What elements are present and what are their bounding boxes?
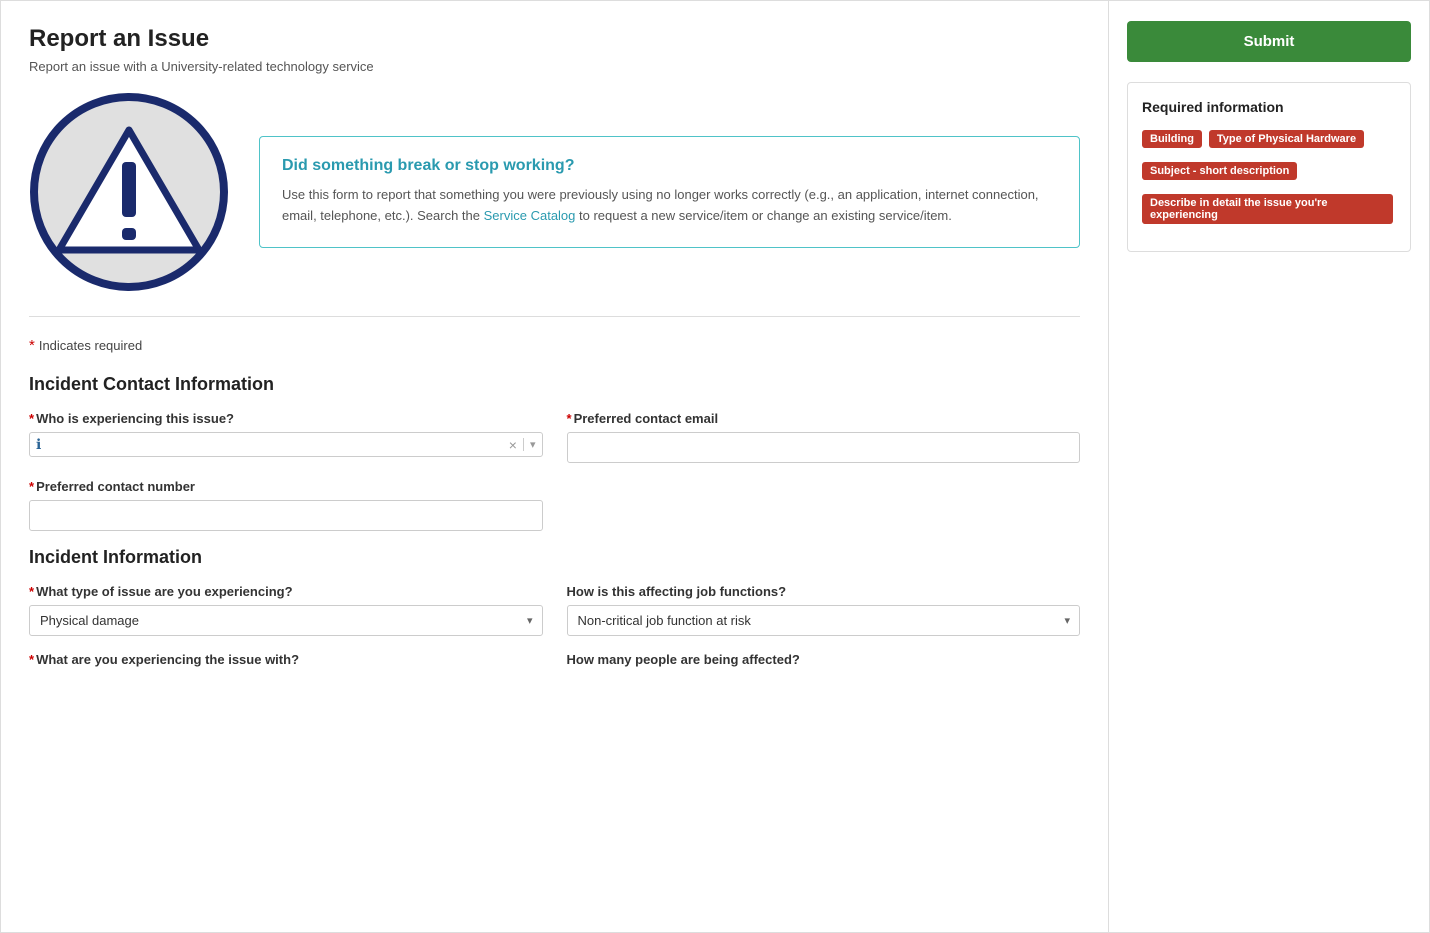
badge-hardware-type: Type of Physical Hardware	[1209, 130, 1364, 148]
info-box-text: Use this form to report that something y…	[282, 185, 1057, 227]
contact-row-1: *Who is experiencing this issue? ℹ × ▾ *…	[29, 411, 1080, 463]
who-field-group: *Who is experiencing this issue? ℹ × ▾	[29, 411, 543, 463]
issue-type-group: *What type of issue are you experiencing…	[29, 584, 543, 636]
who-input-wrapper[interactable]: ℹ × ▾	[29, 432, 543, 457]
hero-section: Did something break or stop working? Use…	[29, 92, 1080, 317]
job-function-group: How is this affecting job functions? Non…	[567, 584, 1081, 636]
job-function-select[interactable]: Non-critical job function at risk	[567, 605, 1081, 636]
required-note: *Indicates required	[29, 337, 1080, 354]
incident-section-title: Incident Information	[29, 547, 1080, 568]
issue-type-select-wrapper[interactable]: Physical damage ▾	[29, 605, 543, 636]
badges-row-2: Subject - short description	[1142, 159, 1396, 183]
job-function-label: How is this affecting job functions?	[567, 584, 1081, 599]
badges-row-1: Building Type of Physical Hardware	[1142, 127, 1396, 151]
info-box: Did something break or stop working? Use…	[259, 136, 1080, 248]
sidebar: Submit Required information Building Typ…	[1109, 1, 1429, 932]
required-star-indicator: *	[29, 337, 35, 354]
who-input[interactable]	[47, 437, 502, 452]
email-input[interactable]	[567, 432, 1081, 463]
page-subtitle: Report an issue with a University-relate…	[29, 59, 1080, 74]
who-dropdown-icon[interactable]: ▾	[523, 438, 536, 451]
issue-type-select[interactable]: Physical damage	[29, 605, 543, 636]
people-affected-label-group: How many people are being affected?	[567, 652, 1081, 667]
contact-section-title: Incident Contact Information	[29, 374, 1080, 395]
badges-row-3: Describe in detail the issue you're expe…	[1142, 191, 1396, 227]
badge-building: Building	[1142, 130, 1202, 148]
info-box-title: Did something break or stop working?	[282, 157, 1057, 175]
required-info-title: Required information	[1142, 99, 1396, 115]
submit-button[interactable]: Submit	[1127, 21, 1411, 62]
badge-describe: Describe in detail the issue you're expe…	[1142, 194, 1393, 224]
who-clear-icon[interactable]: ×	[509, 437, 517, 453]
badge-subject: Subject - short description	[1142, 162, 1297, 180]
service-catalog-link[interactable]: Service Catalog	[484, 208, 576, 223]
required-info-box: Required information Building Type of Ph…	[1127, 82, 1411, 252]
email-field-group: *Preferred contact email	[567, 411, 1081, 463]
bottom-labels-row: *What are you experiencing the issue wit…	[29, 652, 1080, 667]
page-title: Report an Issue	[29, 25, 1080, 53]
phone-input[interactable]	[29, 500, 543, 531]
incident-row-1: *What type of issue are you experiencing…	[29, 584, 1080, 636]
warning-icon	[29, 92, 229, 292]
job-function-select-wrapper[interactable]: Non-critical job function at risk ▾	[567, 605, 1081, 636]
who-label: *Who is experiencing this issue?	[29, 411, 543, 426]
who-info-icon: ℹ	[36, 436, 41, 453]
contact-row-2: *Preferred contact number	[29, 479, 1080, 531]
issue-type-label: *What type of issue are you experiencing…	[29, 584, 543, 599]
phone-field-group: *Preferred contact number	[29, 479, 543, 531]
issue-with-label-group: *What are you experiencing the issue wit…	[29, 652, 543, 667]
email-label: *Preferred contact email	[567, 411, 1081, 426]
phone-label: *Preferred contact number	[29, 479, 543, 494]
